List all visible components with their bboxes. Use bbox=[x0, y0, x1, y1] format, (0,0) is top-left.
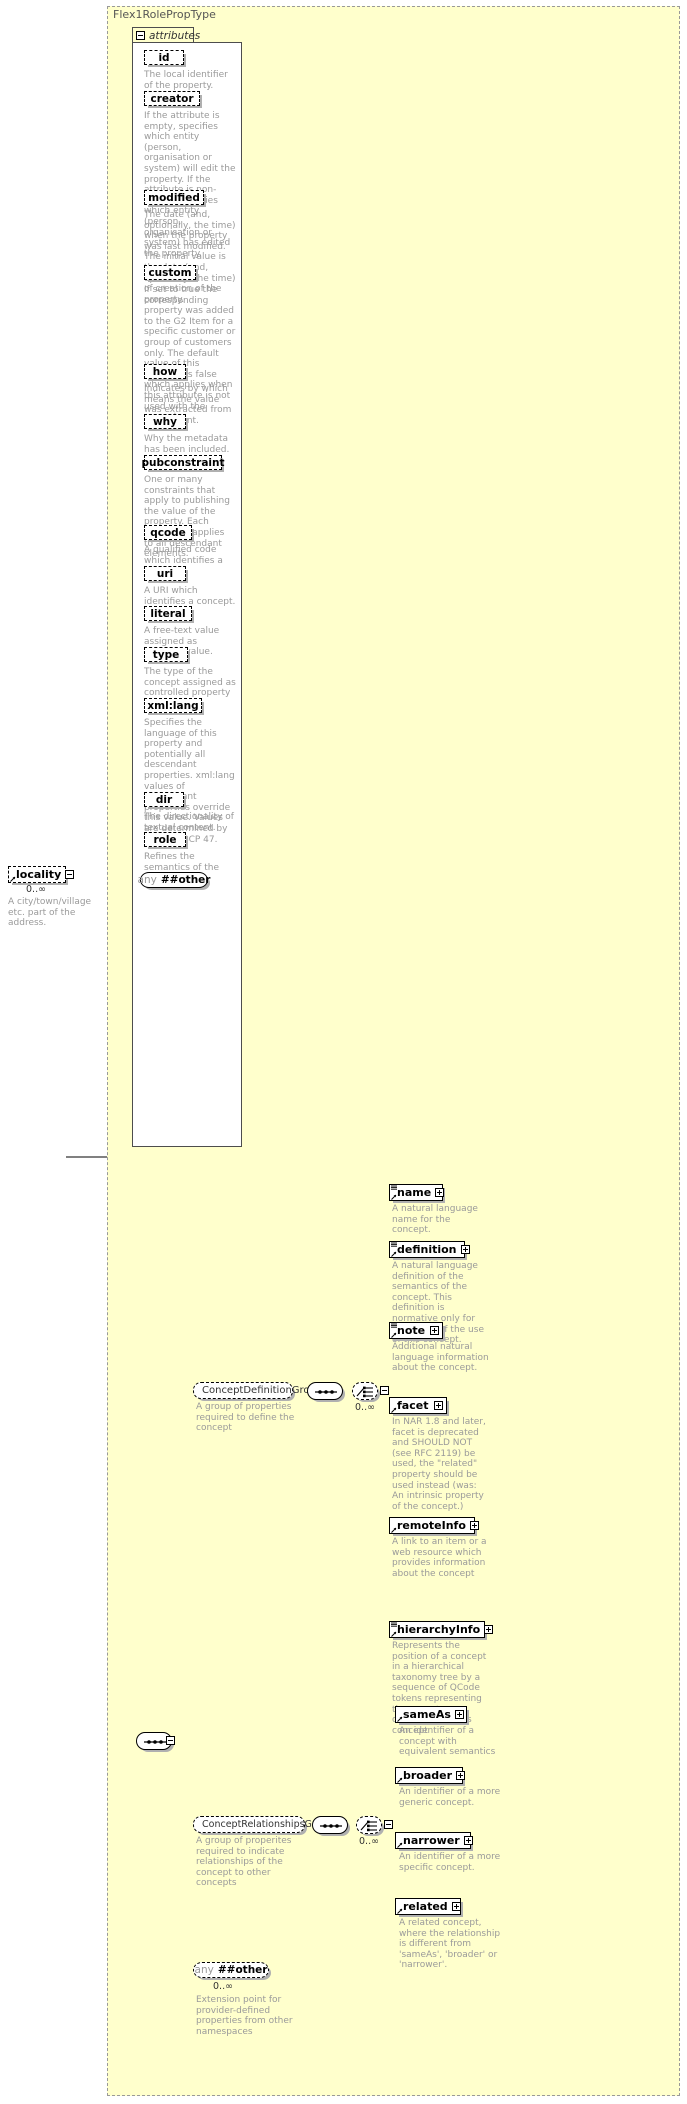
cdg-sequence-compositor[interactable] bbox=[307, 1382, 343, 1400]
cdg-choice-collapse-icon[interactable] bbox=[380, 1386, 389, 1395]
element-note-label: note bbox=[397, 1324, 426, 1337]
group-concept-definition[interactable]: ConceptDefinitionGroup bbox=[193, 1382, 337, 1399]
element-note-desc: Additional natural language information … bbox=[392, 1342, 489, 1374]
attribute-custom[interactable]: custom bbox=[144, 265, 196, 280]
element-related-label: related bbox=[403, 1900, 448, 1913]
crg-choice-compositor[interactable] bbox=[356, 1816, 382, 1834]
definition-expand-icon[interactable] bbox=[460, 1245, 470, 1254]
sameas-expand-icon[interactable] bbox=[454, 1710, 464, 1719]
attribute-role[interactable]: role bbox=[144, 832, 186, 847]
element-narrower[interactable]: narrower bbox=[395, 1832, 473, 1849]
locality-collapse-icon[interactable] bbox=[65, 870, 75, 879]
root-sequence-collapse-icon[interactable] bbox=[166, 1736, 175, 1745]
extension-any-cardinality: 0..∞ bbox=[213, 1981, 233, 1992]
element-broader-label: broader bbox=[403, 1769, 453, 1782]
element-locality[interactable]: locality bbox=[8, 866, 75, 883]
complextype-title: Flex1RolePropType bbox=[113, 8, 216, 21]
element-name[interactable]: name bbox=[389, 1184, 445, 1201]
schema-diagram-canvas: Flex1RolePropType attributes id The loca… bbox=[0, 0, 687, 2104]
element-facet[interactable]: facet bbox=[389, 1397, 447, 1414]
attribute-xml-lang[interactable]: xml:lang bbox=[144, 698, 202, 713]
attribute-dir[interactable]: dir bbox=[144, 792, 184, 807]
attributes-tab[interactable]: attributes bbox=[132, 27, 200, 43]
element-related-desc: A related concept, where the relationshi… bbox=[399, 1918, 501, 1971]
element-name-label: name bbox=[397, 1186, 432, 1199]
element-broader-desc: An identifier of a more generic concept. bbox=[399, 1787, 501, 1808]
element-narrower-desc: An identifier of a more specific concept… bbox=[399, 1852, 501, 1873]
element-definition[interactable]: definition bbox=[389, 1241, 470, 1258]
related-expand-icon[interactable] bbox=[451, 1902, 461, 1911]
element-remoteinfo-label: remoteInfo bbox=[397, 1519, 466, 1532]
attribute-why[interactable]: why bbox=[144, 414, 186, 429]
facet-expand-icon[interactable] bbox=[434, 1401, 443, 1410]
attributes-any-other[interactable]: any ##other bbox=[137, 872, 211, 888]
attribute-pubconstraint[interactable]: pubconstraint bbox=[141, 455, 225, 470]
crg-choice-collapse-icon[interactable] bbox=[384, 1820, 393, 1829]
attribute-dir-desc: The directionality of textual content. bbox=[144, 812, 234, 833]
attribute-uri[interactable]: uri bbox=[144, 566, 186, 581]
group-concept-definition-label: ConceptDefinitionGroup bbox=[202, 1385, 323, 1396]
element-sameas-desc: An identifier of a concept with equivale… bbox=[399, 1726, 496, 1758]
group-concept-definition-desc: A group of properties required to define… bbox=[196, 1402, 295, 1434]
element-note[interactable]: note bbox=[389, 1322, 443, 1339]
element-facet-label: facet bbox=[397, 1399, 429, 1412]
name-expand-icon[interactable] bbox=[435, 1188, 445, 1197]
cdg-cardinality: 0..∞ bbox=[355, 1402, 375, 1413]
any-keyword: any bbox=[137, 874, 157, 886]
locality-cardinality: 0..∞ bbox=[26, 884, 46, 895]
attribute-id[interactable]: id bbox=[144, 50, 184, 65]
element-facet-desc: In NAR 1.8 and later, facet is deprecate… bbox=[392, 1417, 486, 1512]
attribute-why-desc: Why the metadata has been included. bbox=[144, 434, 230, 455]
attribute-qcode[interactable]: qcode bbox=[144, 525, 192, 540]
attributes-tab-label: attributes bbox=[149, 29, 201, 42]
locality-desc: A city/town/village etc. part of the add… bbox=[8, 897, 92, 929]
any-namespace: ##other bbox=[160, 874, 211, 886]
element-narrower-label: narrower bbox=[403, 1834, 460, 1847]
narrower-expand-icon[interactable] bbox=[463, 1836, 473, 1845]
attribute-modified[interactable]: modified bbox=[144, 190, 204, 205]
attribute-how[interactable]: how bbox=[144, 364, 186, 379]
element-locality-label: locality bbox=[16, 868, 62, 881]
extension-any-desc: Extension point for provider-defined pro… bbox=[196, 1995, 293, 2037]
element-broader[interactable]: broader bbox=[395, 1767, 466, 1784]
element-remoteinfo-desc: A link to an item or a web resource whic… bbox=[392, 1537, 487, 1579]
crg-sequence-compositor[interactable] bbox=[312, 1816, 348, 1834]
broader-expand-icon[interactable] bbox=[456, 1771, 466, 1780]
attribute-creator[interactable]: creator bbox=[144, 91, 200, 106]
element-sameas[interactable]: sameAs bbox=[395, 1706, 467, 1723]
hierarchyinfo-expand-icon[interactable] bbox=[484, 1625, 494, 1634]
attribute-id-desc: The local identifier of the property. bbox=[144, 70, 228, 91]
extension-any-namespace: ##other bbox=[217, 1964, 268, 1976]
element-hierarchyinfo-label: hierarchyInfo bbox=[397, 1623, 481, 1636]
element-sameas-label: sameAs bbox=[403, 1708, 451, 1721]
cdg-choice-compositor[interactable] bbox=[352, 1382, 378, 1400]
remoteinfo-expand-icon[interactable] bbox=[469, 1521, 479, 1530]
element-name-desc: A natural language name for the concept. bbox=[392, 1204, 478, 1236]
extension-any-other[interactable]: any ##other bbox=[193, 1962, 269, 1978]
collapse-icon[interactable] bbox=[136, 31, 145, 40]
attribute-uri-desc: A URI which identifies a concept. bbox=[144, 586, 236, 607]
note-expand-icon[interactable] bbox=[430, 1326, 439, 1335]
extension-any-keyword: any bbox=[194, 1964, 214, 1976]
crg-cardinality: 0..∞ bbox=[359, 1836, 379, 1847]
element-remoteinfo[interactable]: remoteInfo bbox=[389, 1517, 479, 1534]
element-hierarchyinfo[interactable]: hierarchyInfo bbox=[389, 1621, 494, 1638]
group-concept-relationships[interactable]: ConceptRelationshipsGroup bbox=[193, 1816, 348, 1833]
attribute-type[interactable]: type bbox=[144, 647, 188, 662]
element-related[interactable]: related bbox=[395, 1898, 461, 1915]
attribute-literal[interactable]: literal bbox=[144, 606, 192, 621]
group-concept-relationships-desc: A group of properites required to indica… bbox=[196, 1836, 292, 1889]
element-definition-label: definition bbox=[397, 1243, 457, 1256]
